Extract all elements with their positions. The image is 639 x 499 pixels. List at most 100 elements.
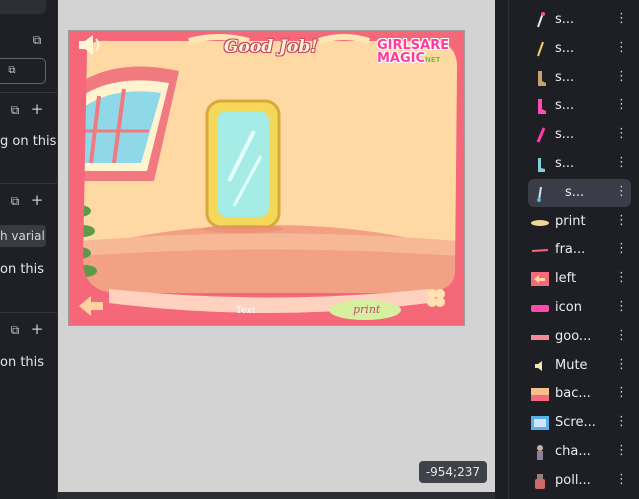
brand-line2: MAGICNET [377, 51, 441, 66]
polish-icon [531, 472, 549, 490]
layer-name: Mute [555, 357, 588, 373]
layer-name: print [555, 213, 586, 229]
scene-artwork [69, 31, 464, 325]
layer-row[interactable]: s... ⋮ [525, 35, 631, 63]
layer-row[interactable]: print ⋮ [525, 208, 631, 236]
layer-row[interactable]: s... ⋮ [528, 178, 631, 207]
plus-icon[interactable]: + [30, 102, 44, 117]
layer-row[interactable]: poll... ⋮ [525, 467, 631, 495]
more-options-icon[interactable]: ⋮ [615, 155, 628, 170]
more-options-icon[interactable]: ⋮ [615, 213, 628, 228]
layer-name: s... [555, 156, 575, 171]
layer-name: fra... [555, 242, 586, 258]
plus-icon[interactable]: + [30, 322, 44, 337]
layer-name: s... [555, 69, 575, 85]
brush-yellow-icon [531, 40, 549, 58]
boot-teal-icon [531, 155, 549, 173]
background-icon [531, 385, 549, 403]
layer-name: s... [555, 127, 575, 143]
description-text: on this [0, 262, 45, 277]
horizontal-scrollbar[interactable] [58, 492, 495, 499]
canvas-viewport[interactable]: Good Job! GIRLSARE MAGICNET Text print -… [58, 0, 495, 493]
layer-row[interactable]: fra... ⋮ [525, 236, 631, 264]
good-job-icon [531, 328, 549, 346]
variable-chip[interactable]: h varial [0, 225, 46, 247]
divider [0, 312, 57, 313]
mirror-illustration [203, 99, 283, 233]
layer-row[interactable]: icon ⋮ [525, 294, 631, 322]
character-icon [531, 443, 549, 461]
boot-brown-icon [531, 69, 549, 87]
more-options-icon[interactable]: ⋮ [615, 328, 628, 343]
frame-line-icon [531, 241, 549, 259]
good-job-title: Good Job! [224, 37, 318, 57]
boot-pink-icon [531, 97, 549, 115]
icon-bar-icon [531, 299, 549, 317]
panel-topbar [0, 0, 46, 14]
left-arrow-icon [531, 270, 549, 288]
more-options-icon[interactable]: ⋮ [615, 299, 628, 314]
external-link-icon[interactable]: ⧉ [5, 64, 19, 78]
layer-row[interactable]: Scre... ⋮ [525, 409, 631, 437]
brush-teal-icon [531, 184, 549, 202]
more-options-icon[interactable]: ⋮ [615, 414, 628, 429]
lipstick-pink-icon [531, 126, 549, 144]
more-options-icon[interactable]: ⋮ [615, 11, 628, 26]
editor-window: ⧉ ⧉ ⧉ + g on this ⧉ + h varial on this ⧉… [0, 0, 639, 499]
layer-name: s... [555, 12, 575, 27]
layer-name: s... [565, 184, 585, 200]
layer-row[interactable]: s... ⋮ [525, 150, 631, 178]
external-link-icon[interactable]: ⧉ [8, 194, 22, 208]
coordinate-readout: -954;237 [418, 461, 487, 483]
layer-name: s... [555, 40, 575, 56]
layer-row[interactable]: Mute ⋮ [525, 352, 631, 380]
brand-logo[interactable]: GIRLSARE MAGICNET [377, 39, 457, 67]
more-options-icon[interactable]: ⋮ [615, 385, 628, 400]
url-field[interactable]: ⧉ [0, 58, 46, 84]
layer-name: Scre... [555, 415, 596, 431]
brush-pink-icon [531, 11, 549, 29]
layer-row[interactable]: left ⋮ [525, 265, 631, 293]
more-options-icon[interactable]: ⋮ [615, 443, 628, 458]
more-options-icon[interactable]: ⋮ [615, 357, 628, 372]
layer-row[interactable]: s... ⋮ [525, 6, 631, 34]
more-options-icon[interactable]: ⋮ [615, 126, 628, 141]
layer-name: poll... [555, 472, 591, 488]
description-text: on this [0, 355, 45, 370]
more-options-icon[interactable]: ⋮ [615, 69, 628, 84]
more-options-icon[interactable]: ⋮ [615, 241, 628, 256]
plus-icon[interactable]: + [30, 193, 44, 208]
screen-icon [531, 414, 549, 432]
text-label[interactable]: Text [236, 306, 255, 316]
external-link-icon[interactable]: ⧉ [30, 33, 44, 47]
more-options-icon[interactable]: ⋮ [615, 184, 628, 199]
external-link-icon[interactable]: ⧉ [8, 103, 22, 117]
divider [0, 92, 57, 93]
print-banner-icon [531, 213, 549, 231]
more-options-icon[interactable]: ⋮ [615, 472, 628, 487]
divider [0, 183, 57, 184]
layer-name: icon [555, 300, 582, 315]
more-options-icon[interactable]: ⋮ [615, 40, 628, 55]
layer-row[interactable]: s... ⋮ [525, 92, 631, 120]
layer-name: bac... [555, 386, 591, 402]
external-link-icon[interactable]: ⧉ [8, 323, 22, 337]
game-stage[interactable]: Good Job! GIRLSARE MAGICNET Text print [68, 30, 465, 326]
layer-name: left [555, 271, 577, 287]
print-button[interactable]: print [353, 303, 380, 316]
panel-divider [508, 0, 509, 499]
layer-name: cha... [555, 444, 591, 459]
layer-row[interactable]: cha... ⋮ [525, 438, 631, 466]
speaker-icon [531, 357, 549, 375]
layer-row[interactable]: bac... ⋮ [525, 380, 631, 408]
more-options-icon[interactable]: ⋮ [615, 97, 628, 112]
layer-row[interactable]: s... ⋮ [525, 121, 631, 149]
brand-suffix: NET [425, 56, 441, 64]
layer-name: s... [555, 98, 575, 114]
layers-panel: s... ⋮ s... ⋮ s... ⋮ s... ⋮ s... ⋮ s... ⋮ s... ⋮ print… [495, 0, 639, 499]
layer-row[interactable]: goo... ⋮ [525, 323, 631, 351]
layer-row[interactable]: s... ⋮ [525, 64, 631, 92]
layer-name: goo... [555, 328, 592, 344]
properties-panel: ⧉ ⧉ ⧉ + g on this ⧉ + h varial on this ⧉… [0, 0, 58, 499]
more-options-icon[interactable]: ⋮ [615, 270, 628, 285]
